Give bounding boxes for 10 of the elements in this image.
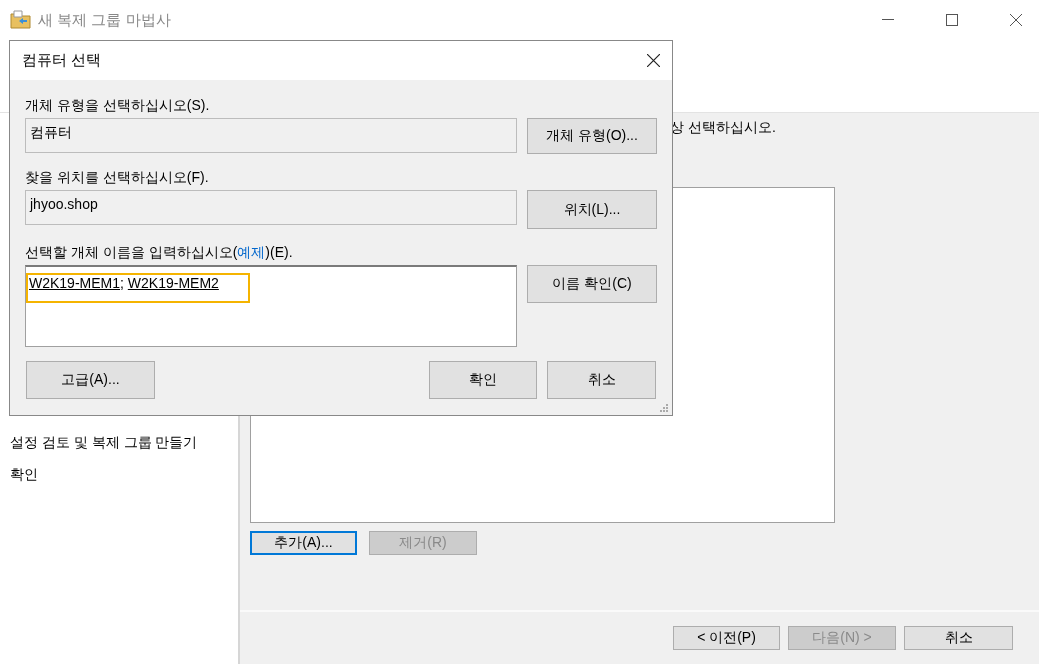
field-label: 개체 유형을 선택하십시오(S).	[25, 96, 211, 114]
wizard-step: 확인	[10, 464, 238, 484]
entered-names: W2K19-MEM1; W2K19-MEM2	[29, 275, 219, 291]
object-type-field: 컴퓨터	[25, 118, 517, 153]
wizard-step: 설정 검토 및 복제 그룹 만들기	[10, 432, 238, 452]
dialog-title: 컴퓨터 선택	[22, 51, 102, 70]
field-label: 찾을 위치를 선택하십시오(F).	[25, 168, 210, 186]
location-field: jhyoo.shop	[25, 190, 517, 225]
field-label: 선택할 개체 이름을 입력하십시오(예제)(E).	[25, 243, 294, 261]
window-title: 새 복제 그룹 마법사	[38, 10, 172, 30]
